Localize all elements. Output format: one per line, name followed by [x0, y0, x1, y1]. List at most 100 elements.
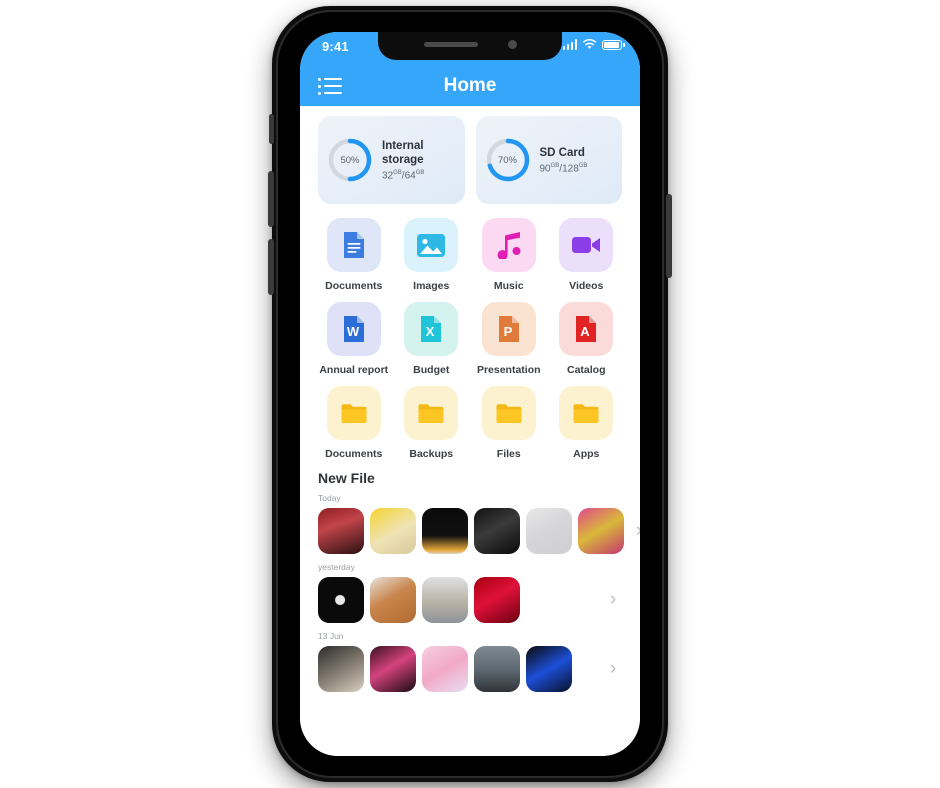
thumbnail-row: ›: [318, 577, 622, 623]
storage-card[interactable]: 70% SD Card 90GB/128GB: [475, 116, 622, 204]
file-thumbnail[interactable]: [422, 577, 468, 623]
list-menu-icon[interactable]: [318, 77, 342, 95]
tile-label: Images: [413, 280, 450, 292]
svg-text:X: X: [426, 324, 435, 339]
status-bar-clock: 9:41: [322, 39, 349, 54]
front-camera-icon: [507, 39, 517, 49]
screenshot-stage: 9:41 Home 50% Internal storage 32GB/64GB…: [0, 0, 940, 788]
pdf-icon: A: [559, 302, 614, 356]
tile-music[interactable]: Music: [473, 218, 545, 292]
tile-label: Documents: [325, 280, 383, 292]
file-thumbnail[interactable]: [474, 646, 520, 692]
file-thumbnail[interactable]: [370, 508, 416, 554]
silent-switch-button[interactable]: [269, 114, 274, 144]
video-camera-icon: [559, 218, 614, 272]
folders-grid: Documents Backups Files Apps: [318, 386, 622, 460]
file-thumbnail[interactable]: [318, 577, 364, 623]
file-thumbnail[interactable]: [422, 646, 468, 692]
group-date-label: yesterday: [318, 562, 355, 572]
device-notch: [378, 32, 562, 60]
signal-bars-icon: [562, 39, 577, 50]
category-grid: Documents Images Music Videos: [318, 218, 622, 292]
storage-progress-ring: 50%: [327, 137, 373, 183]
tile-documents[interactable]: Documents: [318, 218, 390, 292]
tile-videos[interactable]: Videos: [551, 218, 623, 292]
powerpoint-icon: P: [481, 302, 536, 356]
file-thumbnail[interactable]: [474, 508, 520, 554]
file-thumbnail[interactable]: [318, 508, 364, 554]
document-icon: [326, 218, 381, 272]
new-file-group: 13 Jun ›: [318, 631, 622, 692]
new-file-group: Today ›: [318, 493, 640, 554]
chevron-right-icon[interactable]: ›: [630, 520, 640, 542]
earpiece-speaker: [423, 41, 478, 47]
new-file-group: yesterday ›: [318, 562, 622, 623]
new-file-title: New File: [318, 470, 375, 486]
storage-percent-label: 70%: [497, 154, 517, 166]
battery-icon: [602, 39, 625, 50]
file-thumbnail[interactable]: [370, 577, 416, 623]
tile-annual report[interactable]: W Annual report: [318, 302, 390, 376]
tile-backups[interactable]: Backups: [396, 386, 468, 460]
storage-card[interactable]: 50% Internal storage 32GB/64GB: [318, 116, 465, 204]
folder-icon: [326, 386, 381, 440]
svg-text:A: A: [581, 324, 591, 339]
excel-sheet-icon: X: [404, 302, 459, 356]
group-date-label: 13 Jun: [318, 631, 344, 641]
file-thumbnail[interactable]: [370, 646, 416, 692]
status-bar-icons: [562, 39, 625, 50]
phone-screen: 9:41 Home 50% Internal storage 32GB/64GB…: [300, 32, 640, 756]
wifi-icon: [582, 39, 597, 49]
storage-cards-row: 50% Internal storage 32GB/64GB 70% SD Ca…: [318, 116, 622, 204]
tile-label: Videos: [569, 280, 604, 292]
tile-label: Apps: [573, 448, 600, 460]
file-thumbnail[interactable]: [474, 577, 520, 623]
image-icon: [404, 218, 459, 272]
tile-label: Music: [493, 280, 524, 292]
tile-label: Files: [496, 448, 521, 460]
chevron-right-icon[interactable]: ›: [604, 658, 622, 680]
folder-icon: [404, 386, 459, 440]
tile-label: Budget: [413, 364, 450, 376]
group-date-label: Today: [318, 493, 341, 503]
tile-label: Documents: [325, 448, 383, 460]
phone-device-frame: 9:41 Home 50% Internal storage 32GB/64GB…: [268, 6, 672, 782]
storage-progress-ring: 70%: [485, 137, 531, 183]
storage-name: SD Card: [539, 147, 585, 160]
storage-usage: 90GB/128GB: [539, 162, 588, 174]
thumbnail-row: ›: [318, 646, 622, 692]
new-file-section: New File Today › yesterday › 13 Jun ›: [318, 470, 640, 692]
svg-text:W: W: [347, 324, 360, 339]
tile-label: Backups: [409, 448, 454, 460]
storage-usage: 32GB/64GB: [382, 169, 425, 182]
file-thumbnail[interactable]: [318, 646, 364, 692]
file-thumbnail[interactable]: [526, 646, 572, 692]
page-title: Home: [443, 75, 497, 96]
power-button[interactable]: [666, 194, 672, 278]
tile-files[interactable]: Files: [473, 386, 545, 460]
file-thumbnail[interactable]: [578, 508, 624, 554]
folder-icon: [559, 386, 614, 440]
tile-label: Catalog: [566, 364, 606, 376]
storage-name: Internal storage: [382, 139, 424, 167]
file-thumbnail[interactable]: [422, 508, 468, 554]
file-thumbnail[interactable]: [526, 508, 572, 554]
new-file-groups: Today › yesterday › 13 Jun ›: [318, 493, 640, 692]
tile-apps[interactable]: Apps: [551, 386, 623, 460]
chevron-right-icon[interactable]: ›: [604, 589, 622, 611]
tile-documents[interactable]: Documents: [318, 386, 390, 460]
tile-images[interactable]: Images: [396, 218, 468, 292]
volume-down-button[interactable]: [268, 239, 274, 295]
tile-presentation[interactable]: P Presentation: [473, 302, 545, 376]
music-note-icon: [481, 218, 536, 272]
word-doc-icon: W: [326, 302, 381, 356]
tile-label: Presentation: [476, 364, 541, 376]
main-content: 50% Internal storage 32GB/64GB 70% SD Ca…: [300, 106, 640, 756]
recent-files-grid: W Annual report X Budget P Presentation …: [318, 302, 622, 376]
volume-up-button[interactable]: [268, 171, 274, 227]
thumbnail-row: ›: [318, 508, 640, 554]
tile-budget[interactable]: X Budget: [396, 302, 468, 376]
svg-text:P: P: [503, 324, 512, 339]
storage-percent-label: 50%: [340, 154, 360, 166]
tile-catalog[interactable]: A Catalog: [551, 302, 623, 376]
